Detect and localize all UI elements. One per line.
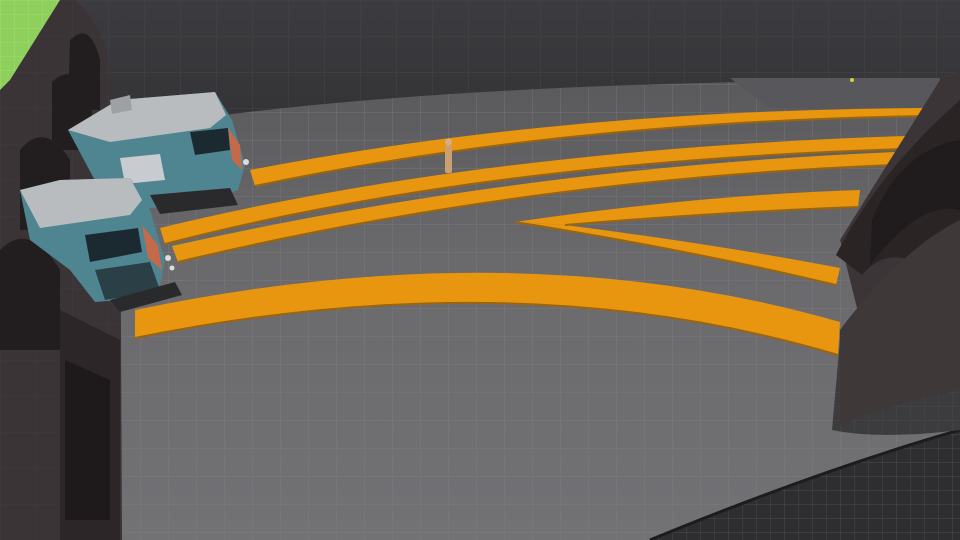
- player-figure[interactable]: [445, 138, 452, 174]
- game-viewport[interactable]: [0, 0, 960, 540]
- marker-icon[interactable]: [850, 78, 854, 82]
- scene-canvas: [0, 0, 960, 540]
